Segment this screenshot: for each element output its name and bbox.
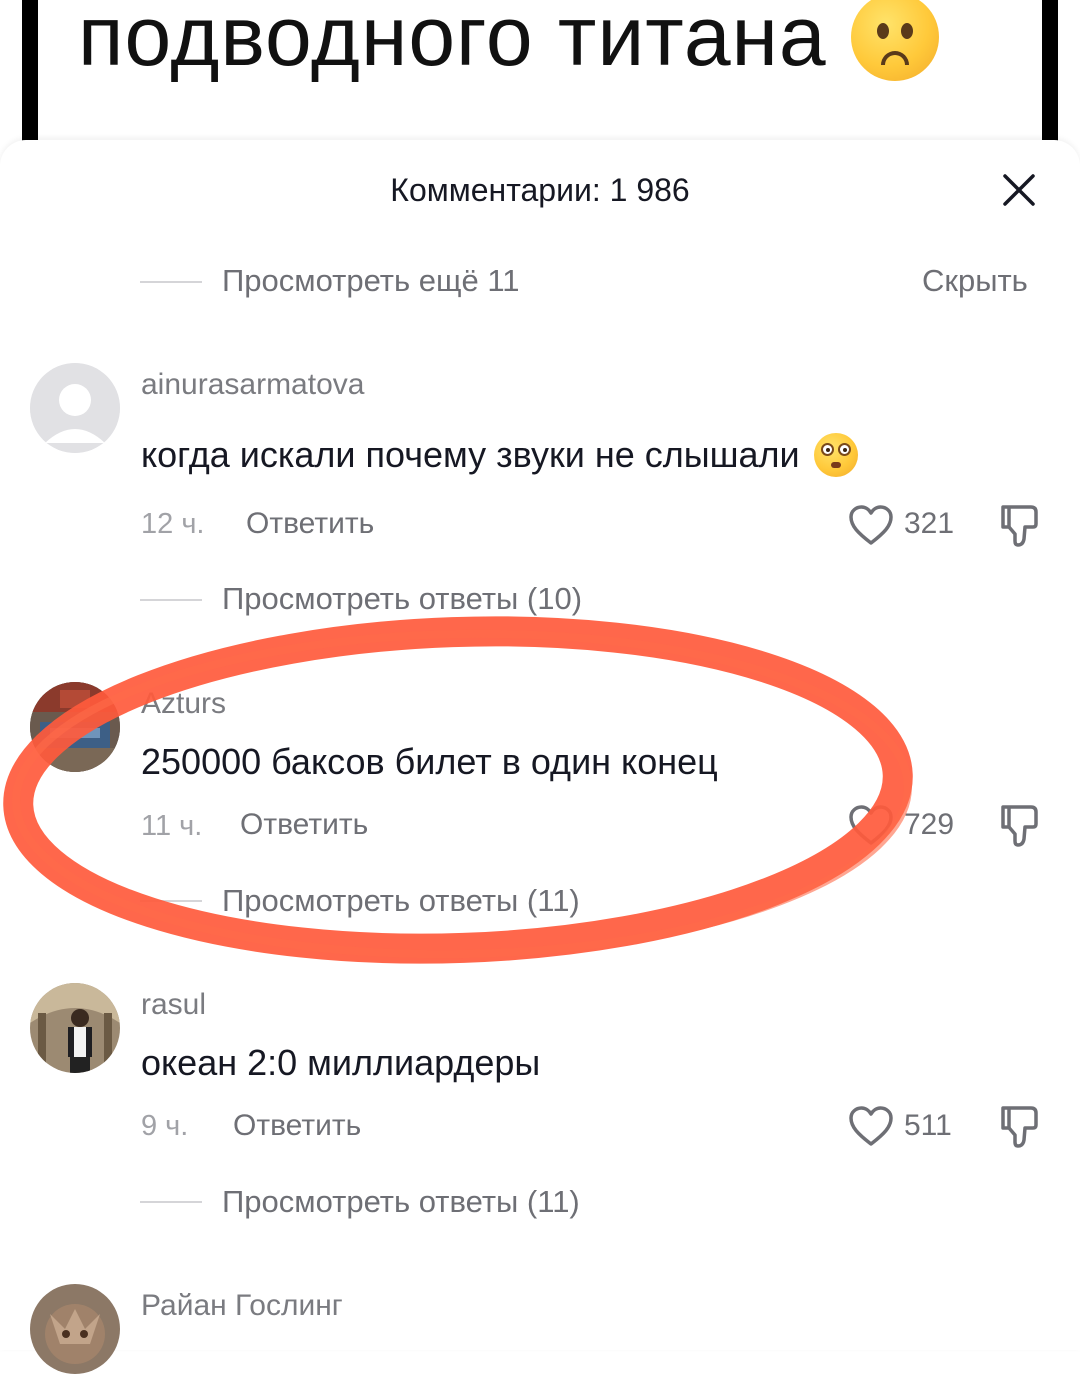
thumbs-down-icon[interactable] [998, 503, 1040, 549]
thread-line [140, 1201, 202, 1203]
avatar-ryan-gosling[interactable] [30, 1284, 120, 1374]
heart-icon[interactable] [848, 804, 894, 846]
view-more-replies-link[interactable]: Просмотреть ещё 11 [222, 263, 520, 299]
video-caption: подводного титана [78, 0, 939, 85]
thread-line [140, 599, 202, 601]
comment-time: 11 ч. [141, 810, 203, 842]
thread-line [140, 900, 202, 902]
thread-line [140, 281, 202, 283]
frowning-face-emoji-icon [850, 0, 939, 81]
like-count: 729 [904, 808, 955, 841]
heart-icon[interactable] [848, 1105, 894, 1147]
view-replies-link[interactable]: Просмотреть ответы (11) [222, 1184, 580, 1220]
avatar-rasul[interactable] [30, 983, 120, 1073]
comment-text-body: когда искали почему звуки не слышали [141, 434, 800, 475]
comment-username[interactable]: Райан Гослинг [141, 1289, 343, 1323]
close-icon[interactable] [1002, 173, 1036, 207]
like-count: 511 [904, 1109, 952, 1142]
comment-time: 9 ч. [141, 1110, 189, 1142]
heart-icon[interactable] [848, 504, 894, 546]
video-caption-card: подводного титана [22, 0, 1058, 150]
avatar-ainurasarmatova[interactable] [30, 363, 120, 453]
comment-text: 250000 баксов билет в один конец [141, 741, 718, 782]
view-replies-link[interactable]: Просмотреть ответы (10) [222, 581, 582, 617]
comment-username[interactable]: ainurasarmatova [141, 368, 364, 402]
default-avatar-icon [30, 363, 120, 453]
avatar-photo [30, 983, 120, 1073]
comments-title: Комментарии: 1 986 [390, 172, 690, 208]
thumbs-down-icon[interactable] [998, 1104, 1040, 1150]
video-preview[interactable]: подводного титана [0, 0, 1080, 160]
avatar-azturs[interactable] [30, 682, 120, 772]
reply-button[interactable]: Ответить [233, 1109, 361, 1143]
hide-replies-link[interactable]: Скрыть [922, 263, 1028, 299]
comment-text: когда искали почему звуки не слышали [141, 433, 858, 477]
view-replies-link[interactable]: Просмотреть ответы (11) [222, 883, 580, 919]
thumbs-down-icon[interactable] [998, 803, 1040, 849]
like-count: 321 [904, 507, 955, 540]
reply-button[interactable]: Ответить [240, 808, 368, 842]
reply-button[interactable]: Ответить [246, 507, 374, 541]
comment-username[interactable]: Azturs [141, 687, 226, 721]
avatar-photo [30, 682, 120, 772]
avatar-photo [30, 1284, 120, 1374]
comment-time: 12 ч. [141, 508, 205, 540]
comment-text: океан 2:0 миллиардеры [141, 1042, 541, 1083]
video-caption-text: подводного титана [78, 0, 827, 83]
flushed-face-emoji-icon [813, 433, 858, 477]
comment-username[interactable]: rasul [141, 988, 206, 1022]
